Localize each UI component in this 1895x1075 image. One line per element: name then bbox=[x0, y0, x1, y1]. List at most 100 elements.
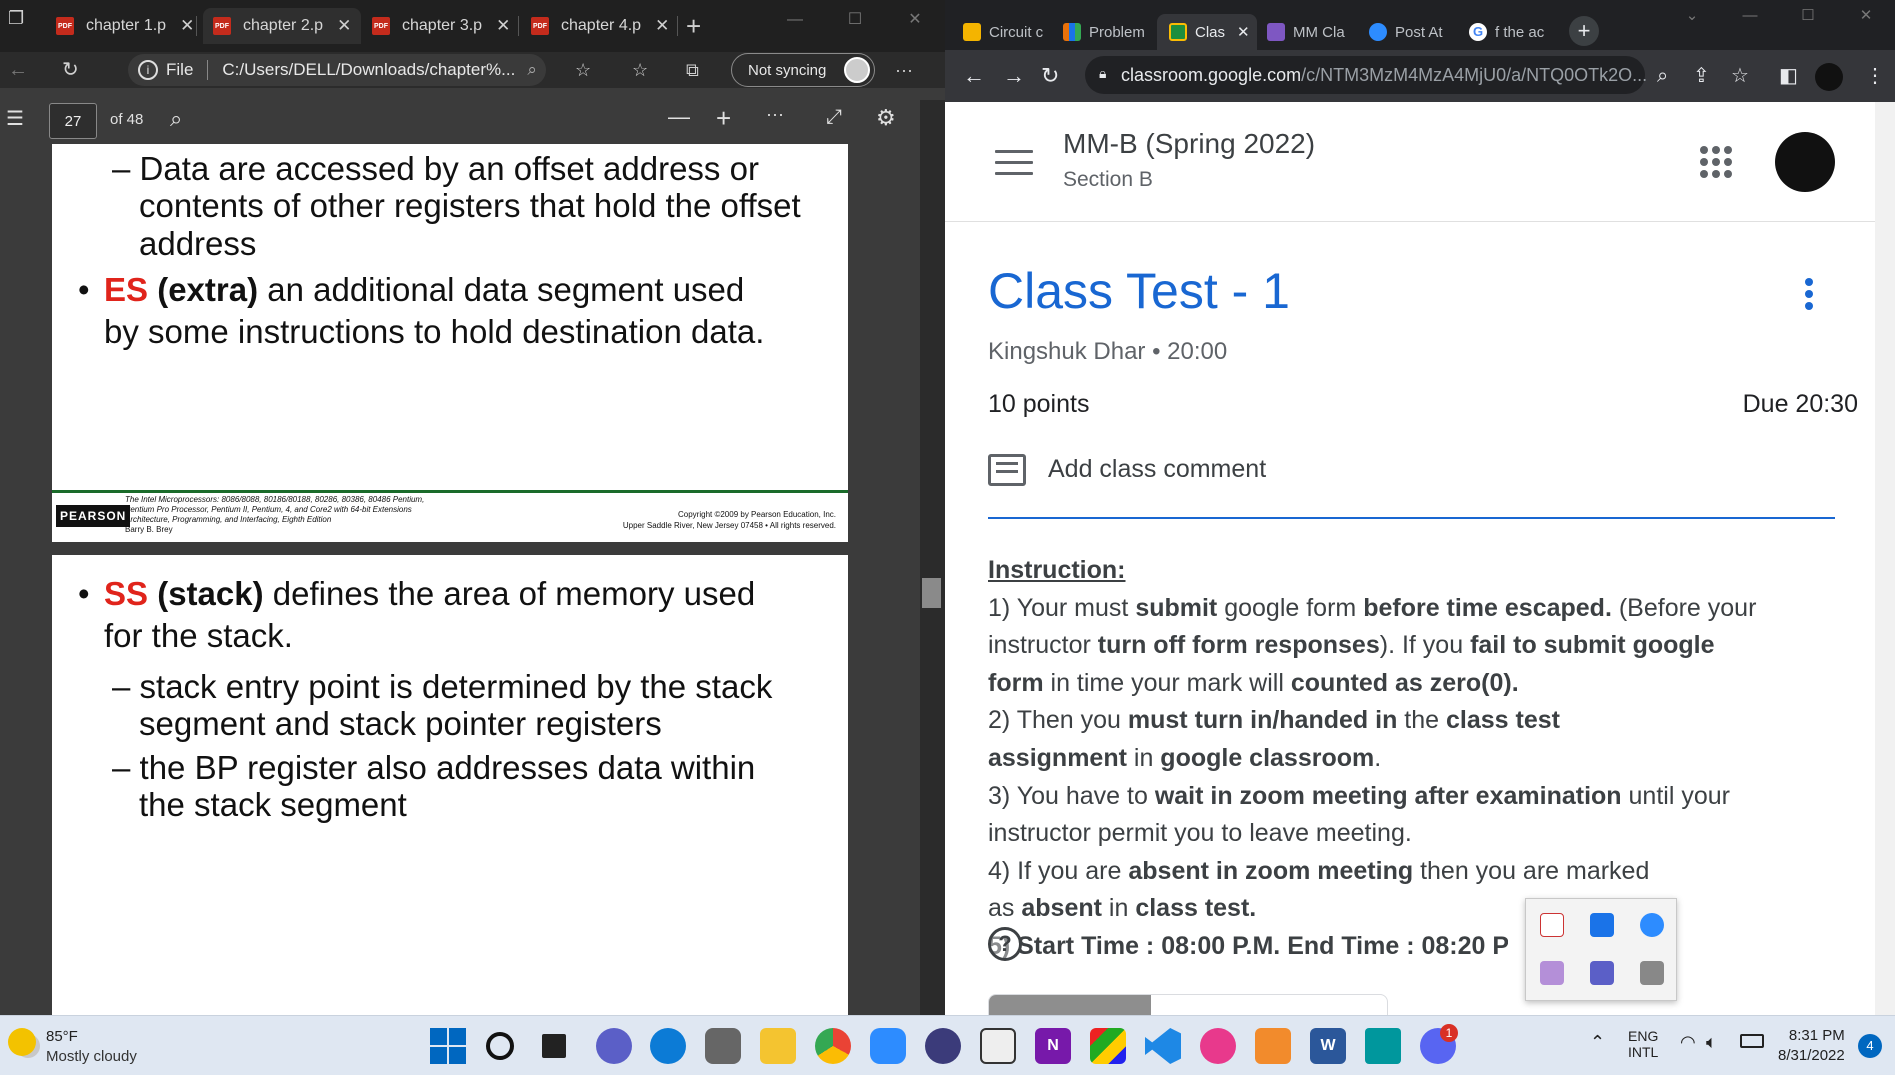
search-icon[interactable]: ⌕ bbox=[170, 106, 182, 132]
notification-badge[interactable]: 4 bbox=[1858, 1034, 1882, 1058]
zoom-in-icon[interactable]: + bbox=[716, 103, 731, 134]
zoom-tray-icon[interactable] bbox=[1640, 913, 1664, 937]
close-window-icon[interactable]: ✕ bbox=[1837, 0, 1895, 32]
help-icon[interactable]: ? bbox=[988, 927, 1022, 961]
close-window-icon[interactable]: ✕ bbox=[885, 0, 945, 40]
apps-grid-icon[interactable] bbox=[1700, 146, 1732, 178]
chevron-up-icon[interactable]: ⌃ bbox=[1590, 1032, 1605, 1053]
tab-chapter-2[interactable]: PDF chapter 2.p ✕ bbox=[203, 8, 362, 44]
side-panel-icon[interactable]: ◧ bbox=[1779, 50, 1798, 102]
search-icon[interactable] bbox=[486, 1032, 514, 1060]
tab-mm-class[interactable]: MM Cla bbox=[1267, 14, 1357, 50]
camera-icon[interactable] bbox=[705, 1028, 741, 1064]
pdf-scrollbar[interactable] bbox=[920, 100, 945, 1015]
weather-desc[interactable]: Mostly cloudy bbox=[46, 1048, 137, 1065]
paint-icon[interactable] bbox=[1090, 1028, 1126, 1064]
chrome-menu-icon[interactable]: ⋮ bbox=[1865, 50, 1885, 102]
main-menu-icon[interactable] bbox=[995, 150, 1033, 176]
page-scrollbar[interactable] bbox=[1875, 102, 1895, 1015]
bookmark-star-icon[interactable]: ☆ bbox=[1731, 50, 1749, 102]
sync-label: Not syncing bbox=[748, 61, 827, 79]
course-title[interactable]: MM-B (Spring 2022) bbox=[1063, 128, 1315, 160]
tab-search-icon[interactable]: ⌄ bbox=[1663, 0, 1721, 32]
tab-circuit[interactable]: Circuit c bbox=[963, 14, 1045, 50]
new-tab-icon[interactable]: + bbox=[1569, 16, 1599, 46]
more-options-icon[interactable] bbox=[1805, 278, 1813, 310]
assignment-title: Class Test - 1 bbox=[988, 263, 1290, 319]
address-bar[interactable]: i File C:/Users/DELL/Downloads/chapter%.… bbox=[128, 54, 546, 86]
tab-actions-icon[interactable]: ❐ bbox=[8, 8, 24, 28]
close-icon[interactable]: ✕ bbox=[337, 16, 351, 36]
maximize-icon[interactable]: ☐ bbox=[825, 0, 885, 40]
back-icon[interactable]: ← bbox=[963, 50, 985, 102]
forward-icon[interactable]: → bbox=[1003, 50, 1025, 102]
tab-chapter-1[interactable]: PDF chapter 1.p ✕ bbox=[56, 8, 194, 44]
arduino-icon[interactable] bbox=[1365, 1028, 1401, 1064]
page-number-input[interactable]: 27 bbox=[49, 103, 97, 139]
tray-app-icon[interactable] bbox=[1540, 913, 1564, 937]
onenote-icon[interactable]: N bbox=[1035, 1028, 1071, 1064]
refresh-icon[interactable]: ↻ bbox=[1041, 50, 1059, 102]
discord-tray-icon[interactable] bbox=[1640, 961, 1664, 985]
close-icon[interactable]: ✕ bbox=[496, 16, 510, 36]
settings-gear-icon[interactable]: ⚙ bbox=[876, 105, 896, 131]
close-icon[interactable]: ✕ bbox=[1237, 23, 1250, 41]
vpn-icon[interactable] bbox=[925, 1028, 961, 1064]
minimize-icon[interactable]: — bbox=[765, 0, 825, 40]
chrome-taskbar-icon[interactable] bbox=[815, 1028, 851, 1064]
more-tools-icon[interactable]: ··· bbox=[766, 104, 784, 125]
minimize-icon[interactable]: — bbox=[1721, 0, 1779, 32]
share-icon[interactable]: ⇪ bbox=[1693, 50, 1710, 102]
pen-icon[interactable] bbox=[1540, 961, 1564, 985]
zoom-taskbar-icon[interactable] bbox=[870, 1028, 906, 1064]
add-class-comment-link[interactable]: Add class comment bbox=[1048, 455, 1266, 484]
vscode-icon[interactable] bbox=[1145, 1028, 1181, 1064]
zoom-out-icon[interactable]: — bbox=[668, 104, 690, 130]
close-icon[interactable]: ✕ bbox=[655, 16, 669, 36]
collections-icon[interactable]: ⧉ bbox=[686, 52, 699, 88]
scrollbar-thumb[interactable] bbox=[922, 578, 941, 608]
tab-google[interactable]: G f the ac bbox=[1469, 14, 1559, 50]
weather-temp[interactable]: 85°F bbox=[46, 1028, 78, 1045]
weather-icon[interactable] bbox=[8, 1028, 36, 1056]
close-icon[interactable]: ✕ bbox=[180, 16, 194, 36]
teams-icon[interactable] bbox=[1590, 961, 1614, 985]
profile-avatar[interactable] bbox=[1815, 63, 1843, 91]
zoom-icon[interactable]: ⌕ bbox=[527, 60, 537, 80]
task-view-icon[interactable] bbox=[542, 1034, 566, 1058]
tab-chapter-4[interactable]: PDF chapter 4.p ✕ bbox=[531, 8, 669, 44]
app-icon[interactable] bbox=[1200, 1028, 1236, 1064]
favorites-icon[interactable]: ☆ bbox=[632, 52, 648, 88]
wifi-icon[interactable]: ◠ bbox=[1680, 1032, 1696, 1053]
file-explorer-icon[interactable] bbox=[760, 1028, 796, 1064]
battery-icon[interactable] bbox=[1740, 1034, 1764, 1048]
clock[interactable]: 8:31 PM 8/31/2022 bbox=[1778, 1027, 1845, 1064]
word-icon[interactable]: W bbox=[1310, 1028, 1346, 1064]
sublime-icon[interactable] bbox=[1255, 1028, 1291, 1064]
zoom-icon[interactable]: ⌕ bbox=[1657, 50, 1668, 102]
tab-post-attendance[interactable]: Post At bbox=[1369, 14, 1459, 50]
assignment-meta: Kingshuk Dhar • 20:00 bbox=[988, 338, 1228, 365]
back-icon[interactable]: ← bbox=[8, 52, 28, 88]
profile-sync-button[interactable]: Not syncing bbox=[731, 53, 875, 87]
refresh-icon[interactable]: ↻ bbox=[62, 52, 79, 88]
tab-chapter-3[interactable]: PDF chapter 3.p ✕ bbox=[372, 8, 510, 44]
omnibox[interactable]: 🔒︎ classroom.google.com/c/NTM3MzM4MzA4Mj… bbox=[1085, 56, 1647, 94]
start-icon[interactable] bbox=[430, 1028, 466, 1064]
favorite-add-icon[interactable]: ☆ bbox=[575, 52, 591, 88]
more-icon[interactable]: ··· bbox=[895, 52, 913, 88]
account-avatar[interactable] bbox=[1775, 132, 1835, 192]
notepad-icon[interactable] bbox=[980, 1028, 1016, 1064]
tab-problem[interactable]: Problem bbox=[1063, 14, 1151, 50]
attachment-card[interactable] bbox=[988, 994, 1388, 1015]
new-tab-icon[interactable]: + bbox=[686, 8, 701, 44]
language-indicator[interactable]: ENG INTL bbox=[1628, 1028, 1658, 1060]
contents-icon[interactable]: ☰ bbox=[6, 106, 24, 131]
chat-icon[interactable] bbox=[596, 1028, 632, 1064]
volume-icon[interactable]: 🔈︎ bbox=[1706, 1032, 1717, 1053]
maximize-icon[interactable]: ☐ bbox=[1779, 0, 1837, 32]
defender-icon[interactable] bbox=[1590, 913, 1614, 937]
tab-classroom[interactable]: Clas ✕ bbox=[1157, 14, 1257, 50]
edge-taskbar-icon[interactable] bbox=[650, 1028, 686, 1064]
fit-page-icon[interactable]: ⤢ bbox=[826, 106, 842, 129]
